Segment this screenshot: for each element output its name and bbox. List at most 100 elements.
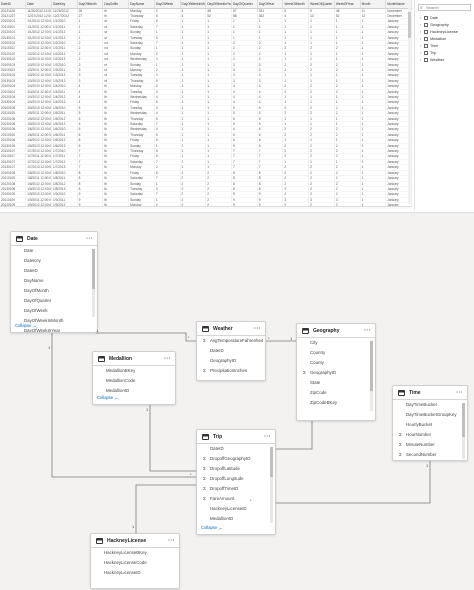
field-row[interactable]: Σ HourNumber xyxy=(393,430,467,440)
grid-horizontal-scrollbar[interactable] xyxy=(0,206,412,209)
grid-scrollbar-thumb[interactable] xyxy=(408,12,411,38)
column-header[interactable]: DayName xyxy=(128,0,155,9)
field-row[interactable]: GeographyID xyxy=(197,356,265,366)
field-row[interactable]: Σ DropoffTimeID xyxy=(197,484,275,494)
card-scrollbar[interactable] xyxy=(370,341,373,411)
column-header[interactable]: DayOfWeekInMonth xyxy=(180,0,207,9)
model-view-canvas[interactable]: Date ··· Date DateKey DateID DayName DayOfMo… xyxy=(0,212,474,590)
field-row[interactable]: DayName xyxy=(11,276,97,286)
column-header[interactable]: WeekOfYear xyxy=(334,0,361,9)
table-card-geography[interactable]: Geography ··· City Country County Σ Geograph… xyxy=(296,323,376,421)
fields-table-item[interactable]: › Medallion xyxy=(420,36,446,42)
field-row[interactable]: City xyxy=(297,338,375,348)
field-row[interactable]: HackneyLicenseCode xyxy=(91,558,179,568)
card-scrollbar-thumb[interactable] xyxy=(370,341,373,391)
more-options-icon[interactable]: ··· xyxy=(86,232,93,246)
card-scrollbar-thumb[interactable] xyxy=(270,447,273,477)
field-row[interactable]: ZipCode xyxy=(297,388,375,398)
table-card-header[interactable]: Time ··· xyxy=(393,386,467,400)
field-row[interactable]: HackneyLicenseID xyxy=(91,568,179,578)
field-row[interactable]: MedallionID xyxy=(197,514,275,524)
field-row[interactable]: DateID xyxy=(11,266,97,276)
more-options-icon[interactable]: ··· xyxy=(456,386,463,400)
data-grid[interactable]: DateID Date DateKey DayOfMonth DaySuffix DayN… xyxy=(0,0,412,208)
column-header[interactable]: DayOfQuarter xyxy=(231,0,258,9)
field-row[interactable]: ZipCodeBKey xyxy=(297,398,375,408)
field-row[interactable]: Country xyxy=(297,348,375,358)
more-options-icon[interactable]: ··· xyxy=(168,534,175,548)
table-card-header[interactable]: Trip ··· xyxy=(197,430,275,444)
card-scrollbar[interactable] xyxy=(462,403,465,459)
fields-search-input[interactable]: ⌕ Search xyxy=(418,4,471,11)
column-header[interactable]: DayOfWeek xyxy=(154,0,181,9)
table-card-date[interactable]: Date ··· Date DateKey DateID DayName DayOfMo… xyxy=(10,231,98,333)
collapse-button[interactable]: Collapse ︿ xyxy=(97,395,119,401)
fields-table-item[interactable]: › Trip xyxy=(420,50,436,56)
column-header[interactable]: DateKey xyxy=(51,0,78,9)
field-row[interactable]: DayTimeBucketGroupKey xyxy=(393,410,467,420)
table-card-trip[interactable]: Trip ··· DateID Σ DropoffGeographyID Σ Dropo… xyxy=(196,429,276,535)
table-card-medallion[interactable]: Medallion ··· MedallionBKey MedallionCode… xyxy=(92,351,176,405)
field-row[interactable]: MedallionBKey xyxy=(93,366,175,376)
field-row[interactable]: DateID xyxy=(197,346,265,356)
field-row[interactable]: State xyxy=(297,378,375,388)
card-scrollbar[interactable] xyxy=(92,249,95,317)
more-options-icon[interactable]: ··· xyxy=(264,430,271,444)
field-row[interactable]: MedallionCode xyxy=(93,376,175,386)
card-scrollbar[interactable] xyxy=(270,447,273,523)
table-cell: 1/9/2011 12:00:00 AM xyxy=(25,197,52,204)
fields-table-item[interactable]: › Date xyxy=(420,15,438,21)
column-header[interactable]: DayOfWeekInYear xyxy=(205,0,232,9)
table-card-header[interactable]: Geography ··· xyxy=(297,324,375,338)
column-header[interactable]: Date xyxy=(25,0,52,9)
field-row[interactable]: HackneyLicenseBKey xyxy=(91,548,179,558)
column-header[interactable]: DateID xyxy=(0,0,27,9)
field-row[interactable]: Σ SecondNumber xyxy=(393,450,467,460)
column-header[interactable]: DaySuffix xyxy=(102,0,130,9)
collapse-button[interactable]: Collapse ︿ xyxy=(15,323,37,329)
table-card-weather[interactable]: Weather ··· Σ AvgTemperatureFahrenheit Dat… xyxy=(196,321,266,381)
field-row[interactable]: DayOfMonth xyxy=(11,286,97,296)
field-row[interactable]: DateKey xyxy=(11,256,97,266)
field-row[interactable]: County xyxy=(297,358,375,368)
field-row[interactable]: DayOfWeek xyxy=(11,306,97,316)
fields-table-item[interactable]: › Geography xyxy=(420,22,449,28)
card-scrollbar-thumb[interactable] xyxy=(462,403,465,437)
field-row[interactable]: Σ AvgTemperatureFahrenheit xyxy=(197,336,265,346)
fields-table-item[interactable]: › HackneyLicense xyxy=(420,29,458,35)
column-header[interactable]: DayOfMonth xyxy=(77,0,104,9)
field-row[interactable]: HackneyLicenseID xyxy=(197,504,275,514)
field-row[interactable]: Σ MinuteNumber xyxy=(393,440,467,450)
table-card-hackneylicense[interactable]: HackneyLicense ··· HackneyLicenseBKey Hac… xyxy=(90,533,180,589)
more-options-icon[interactable]: ··· xyxy=(254,322,261,336)
fields-table-item[interactable]: › Weather xyxy=(420,57,444,63)
field-row[interactable]: DateID xyxy=(197,444,275,454)
table-card-header[interactable]: Weather ··· xyxy=(197,322,265,336)
field-row[interactable]: Σ DropoffGeographyID xyxy=(197,454,275,464)
field-row[interactable]: HourlyBucket xyxy=(393,420,467,430)
column-header[interactable]: DayOfYear xyxy=(257,0,284,9)
column-header[interactable]: WeekOfMonth xyxy=(282,0,310,9)
field-row[interactable]: TimeBKey xyxy=(393,460,467,461)
field-row[interactable]: Σ DropoffLatitude xyxy=(197,464,275,474)
field-row[interactable]: Σ FareAmount xyxy=(197,494,275,504)
column-header[interactable]: MonthName xyxy=(385,0,412,9)
field-row[interactable]: DayTimeBucket xyxy=(393,400,467,410)
column-header[interactable]: WeekOfQuarter xyxy=(308,0,335,9)
column-header[interactable]: Month xyxy=(360,0,387,9)
table-card-time[interactable]: Time ··· DayTimeBucket DayTimeBucketGroup… xyxy=(392,385,468,461)
more-options-icon[interactable]: ··· xyxy=(164,352,171,366)
more-options-icon[interactable]: ··· xyxy=(364,324,371,338)
field-row[interactable]: Date xyxy=(11,246,97,256)
collapse-button[interactable]: Collapse ︿ xyxy=(201,525,223,531)
card-scrollbar-thumb[interactable] xyxy=(92,249,95,289)
field-row[interactable]: Σ PrecipitationInches xyxy=(197,366,265,376)
field-row[interactable]: DayOfQuarter xyxy=(11,296,97,306)
table-card-header[interactable]: Medallion ··· xyxy=(93,352,175,366)
table-card-header[interactable]: Date ··· xyxy=(11,232,97,246)
field-row[interactable]: Σ GeographyID xyxy=(297,368,375,378)
fields-table-item[interactable]: › Time xyxy=(420,43,438,49)
table-card-header[interactable]: HackneyLicense ··· xyxy=(91,534,179,548)
grid-vertical-scrollbar[interactable] xyxy=(408,8,411,204)
field-row[interactable]: Σ DropoffLongitude xyxy=(197,474,275,484)
